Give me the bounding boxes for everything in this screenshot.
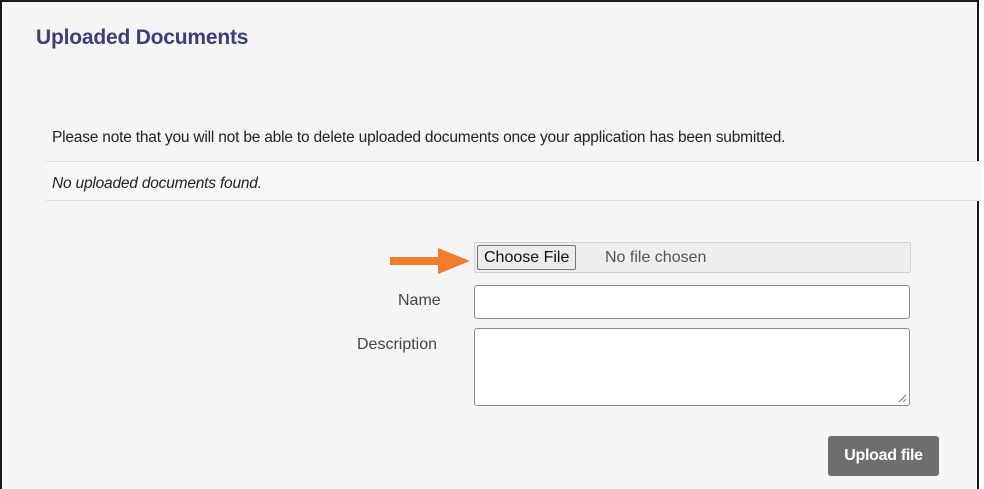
- upload-file-button[interactable]: Upload file: [828, 436, 939, 476]
- file-input[interactable]: Choose File No file chosen: [474, 242, 911, 273]
- description-label: Description: [357, 336, 438, 353]
- arrow-right-icon: [390, 248, 470, 274]
- name-input[interactable]: [474, 285, 910, 319]
- file-status-text: No file chosen: [605, 249, 707, 266]
- section-title: Uploaded Documents: [36, 26, 249, 49]
- choose-file-button[interactable]: Choose File: [477, 245, 577, 270]
- name-label: Name: [398, 292, 441, 309]
- uploaded-documents-panel: Uploaded Documents Please note that you …: [0, 0, 981, 489]
- resize-grip-icon[interactable]: [898, 394, 907, 403]
- delete-warning-note: Please note that you will not be able to…: [52, 129, 786, 146]
- empty-documents-message: No uploaded documents found.: [52, 175, 262, 192]
- description-textarea[interactable]: [474, 328, 910, 406]
- documents-list: No uploaded documents found.: [46, 161, 981, 201]
